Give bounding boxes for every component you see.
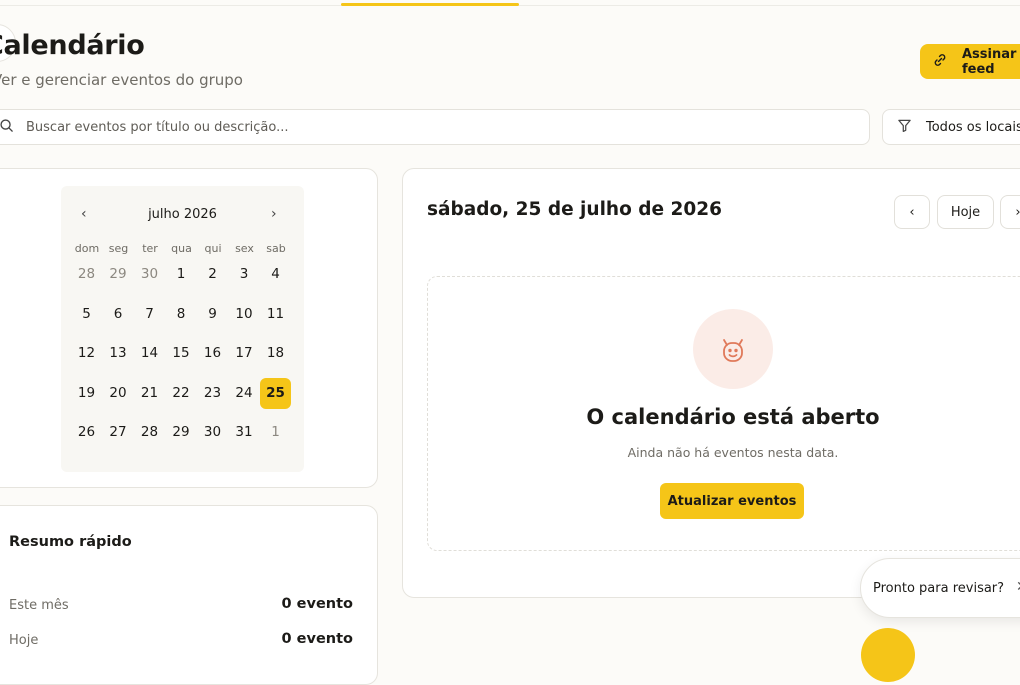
calendar-day[interactable]: 30 — [134, 259, 165, 290]
summary-month-label: Este mês — [9, 598, 69, 613]
empty-state-title: O calendário está aberto — [586, 405, 880, 429]
calendar-day[interactable]: 12 — [71, 338, 102, 369]
calendar-day[interactable]: 27 — [103, 417, 134, 448]
calendar-day[interactable]: 13 — [103, 338, 134, 369]
calendar-day[interactable]: 9 — [197, 299, 228, 330]
calendar-day[interactable]: 26 — [71, 417, 102, 448]
calendar-day[interactable]: 4 — [260, 259, 291, 290]
calendar-day[interactable]: 24 — [229, 378, 260, 409]
calendar-day[interactable]: 2 — [197, 259, 228, 290]
refresh-events-button[interactable]: Atualizar eventos — [660, 483, 804, 519]
weekday-label: seg — [108, 242, 129, 255]
location-filter-label: Todos os locais — [926, 119, 1020, 135]
calendar-day[interactable]: 29 — [103, 259, 134, 290]
empty-state: O calendário está aberto Ainda não há ev… — [427, 276, 1020, 551]
next-day-button[interactable]: › — [1000, 195, 1020, 229]
subscribe-feed-label: Assinar feed — [962, 46, 1017, 77]
calendar-day[interactable]: 8 — [166, 299, 197, 330]
calendar-day[interactable]: 5 — [71, 299, 102, 330]
weekday-label: sex — [235, 242, 254, 255]
floating-action-button[interactable] — [861, 628, 915, 682]
day-view-card: sábado, 25 de julho de 2026 ‹ Hoje › O c… — [402, 168, 1020, 598]
summary-month-value: 0 evento — [281, 596, 353, 612]
search-icon — [0, 118, 14, 137]
page-title: Calendário — [0, 30, 145, 61]
today-button[interactable]: Hoje — [937, 195, 994, 229]
calendar-day-selected[interactable]: 25 — [260, 377, 291, 409]
filter-icon — [897, 118, 912, 137]
weekday-label: dom — [74, 242, 100, 255]
search-placeholder: Buscar eventos por título ou descrição..… — [26, 119, 289, 135]
review-prompt-text: Pronto para revisar? — [873, 581, 1005, 596]
calendar-day[interactable]: 21 — [134, 378, 165, 409]
calendar-day[interactable]: 10 — [229, 299, 260, 330]
calendar-day[interactable]: 11 — [260, 299, 291, 330]
calendar-day[interactable]: 28 — [71, 259, 102, 290]
chevron-right-icon: › — [1015, 205, 1020, 220]
mini-calendar: ‹ julho 2026 › dom seg ter qua qui sex sab 28 29… — [61, 186, 304, 472]
calendar-day[interactable]: 1 — [166, 259, 197, 290]
page-subtitle: Ver e gerenciar eventos do grupo — [0, 71, 243, 89]
calendar-day[interactable]: 14 — [134, 338, 165, 369]
close-icon[interactable]: ✕ — [1016, 579, 1020, 595]
calendar-day[interactable]: 30 — [197, 417, 228, 448]
calendar-day[interactable]: 19 — [71, 378, 102, 409]
previous-day-button[interactable]: ‹ — [894, 195, 930, 229]
mini-calendar-card: ‹ julho 2026 › dom seg ter qua qui sex sab 28 29… — [0, 168, 378, 488]
calendar-day[interactable]: 22 — [166, 378, 197, 409]
calendar-day[interactable]: 31 — [229, 417, 260, 448]
quick-summary-card: Resumo rápido Este mês 0 evento Hoje 0 e… — [0, 505, 378, 685]
subscribe-feed-button[interactable]: Assinar feed — [920, 44, 1020, 79]
calendar-day[interactable]: 20 — [103, 378, 134, 409]
calendar-month-label: julho 2026 — [148, 207, 217, 222]
calendar-day[interactable]: 15 — [166, 338, 197, 369]
review-prompt-toast[interactable]: Pronto para revisar? ✕ — [860, 558, 1020, 618]
calendar-day[interactable]: 28 — [134, 417, 165, 448]
summary-today-label: Hoje — [9, 633, 39, 648]
weekday-label: qui — [204, 242, 222, 255]
calendar-day[interactable]: 6 — [103, 299, 134, 330]
calendar-day[interactable]: 1 — [260, 417, 291, 448]
calendar-day[interactable]: 23 — [197, 378, 228, 409]
weekday-label: qua — [171, 242, 192, 255]
calendar-day[interactable]: 16 — [197, 338, 228, 369]
link-icon — [932, 52, 948, 72]
mascot-icon — [693, 309, 773, 389]
weekday-label: sab — [266, 242, 286, 255]
chevron-left-icon: ‹ — [909, 204, 915, 220]
calendar-day[interactable]: 17 — [229, 338, 260, 369]
summary-title: Resumo rápido — [9, 534, 132, 550]
calendar-day[interactable]: 29 — [166, 417, 197, 448]
calendar-day[interactable]: 3 — [229, 259, 260, 290]
weekday-label: ter — [142, 242, 158, 255]
search-input[interactable]: Buscar eventos por título ou descrição..… — [0, 109, 870, 145]
active-tab-indicator — [341, 3, 519, 6]
next-month-button[interactable]: › — [271, 206, 277, 222]
location-filter-select[interactable]: Todos os locais — [882, 109, 1020, 145]
calendar-day[interactable]: 18 — [260, 338, 291, 369]
calendar-header: ‹ julho 2026 › — [61, 206, 304, 224]
selected-date-title: sábado, 25 de julho de 2026 — [427, 199, 722, 220]
empty-state-text: Ainda não há eventos nesta data. — [627, 445, 839, 460]
calendar-day[interactable]: 7 — [134, 299, 165, 330]
